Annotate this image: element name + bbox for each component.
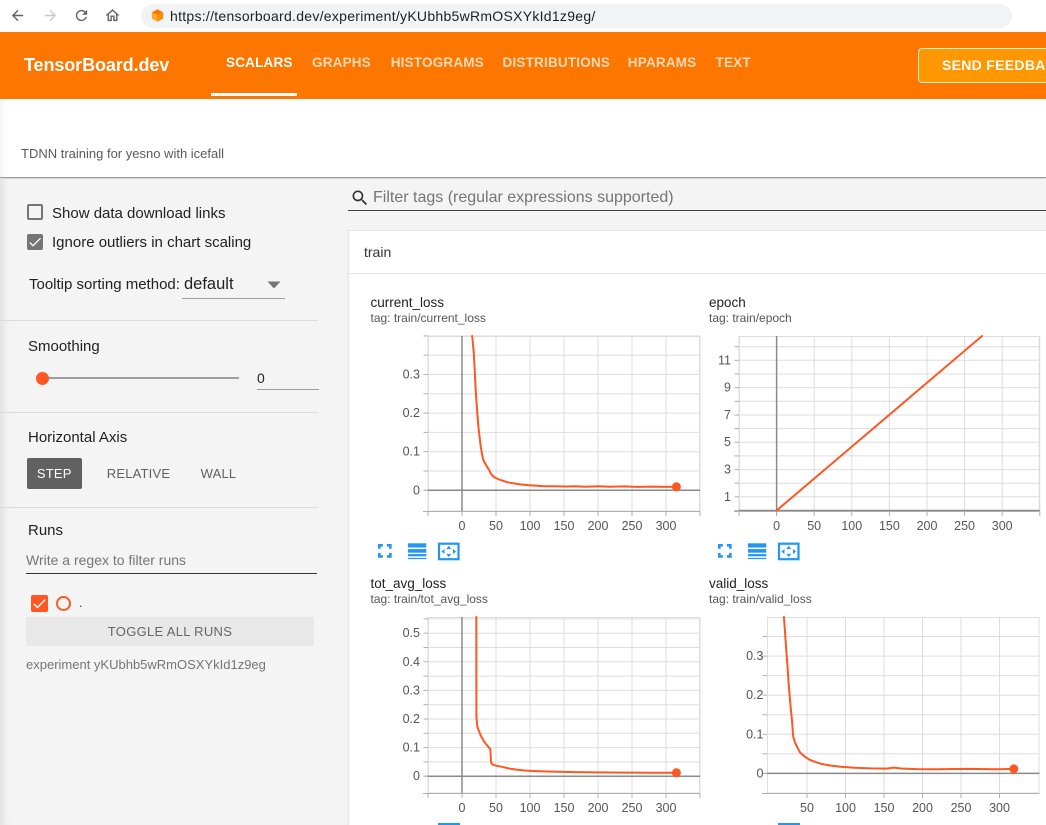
svg-text:7: 7 <box>724 408 731 422</box>
svg-text:11: 11 <box>718 353 731 367</box>
svg-text:0: 0 <box>773 519 780 533</box>
svg-text:9: 9 <box>724 381 731 395</box>
svg-text:50: 50 <box>800 801 814 815</box>
svg-text:0.5: 0.5 <box>402 626 419 640</box>
svg-text:50: 50 <box>807 519 821 533</box>
svg-text:250: 250 <box>621 519 642 533</box>
svg-text:0.2: 0.2 <box>402 712 419 726</box>
svg-text:0.1: 0.1 <box>402 741 419 755</box>
svg-text:0.3: 0.3 <box>746 649 763 663</box>
svg-text:0: 0 <box>413 769 420 783</box>
svg-text:0.4: 0.4 <box>402 655 419 669</box>
svg-text:100: 100 <box>519 801 540 815</box>
svg-text:0: 0 <box>458 519 465 533</box>
svg-text:0.2: 0.2 <box>402 406 419 420</box>
svg-text:100: 100 <box>835 801 856 815</box>
svg-text:0: 0 <box>413 483 420 497</box>
svg-text:150: 150 <box>873 801 894 815</box>
svg-text:150: 150 <box>553 519 574 533</box>
svg-text:50: 50 <box>489 801 503 815</box>
svg-text:3: 3 <box>724 463 731 477</box>
svg-text:250: 250 <box>950 801 971 815</box>
svg-text:300: 300 <box>655 801 676 815</box>
svg-text:5: 5 <box>724 435 731 449</box>
svg-text:300: 300 <box>992 519 1013 533</box>
svg-text:1: 1 <box>724 490 731 504</box>
svg-text:0.2: 0.2 <box>746 688 763 702</box>
svg-text:150: 150 <box>553 801 574 815</box>
svg-text:0.1: 0.1 <box>746 727 763 741</box>
svg-text:0.3: 0.3 <box>402 683 419 697</box>
svg-text:300: 300 <box>989 801 1010 815</box>
svg-text:0: 0 <box>756 766 763 780</box>
svg-text:250: 250 <box>954 519 975 533</box>
svg-text:300: 300 <box>655 519 676 533</box>
svg-text:200: 200 <box>587 801 608 815</box>
svg-text:0: 0 <box>458 801 465 815</box>
svg-text:150: 150 <box>879 519 900 533</box>
svg-text:250: 250 <box>621 801 642 815</box>
svg-text:0.3: 0.3 <box>402 368 419 382</box>
svg-text:200: 200 <box>916 519 937 533</box>
svg-text:100: 100 <box>519 519 540 533</box>
svg-text:100: 100 <box>841 519 862 533</box>
svg-text:0.1: 0.1 <box>402 445 419 459</box>
svg-text:200: 200 <box>912 801 933 815</box>
svg-text:200: 200 <box>587 519 608 533</box>
svg-text:50: 50 <box>489 519 503 533</box>
